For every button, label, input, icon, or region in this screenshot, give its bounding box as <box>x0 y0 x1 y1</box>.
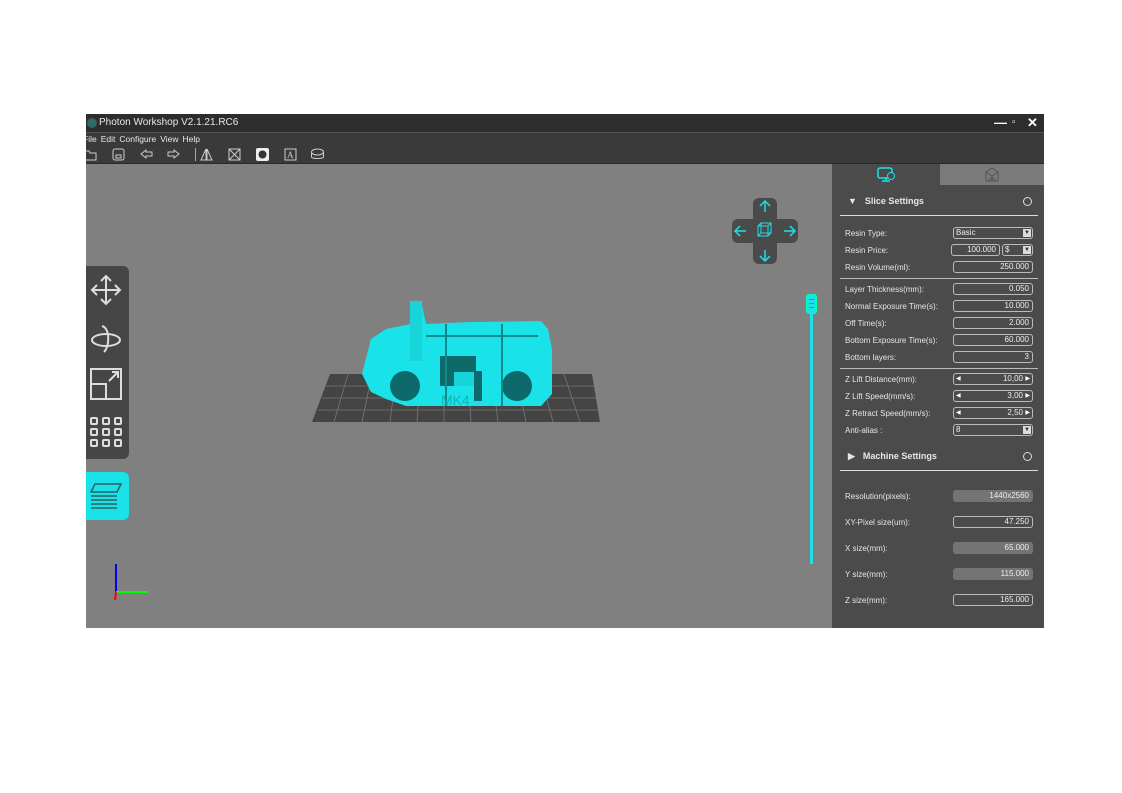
menu-help[interactable]: Help <box>183 134 200 144</box>
currency-select[interactable]: $ ▼ <box>1002 244 1033 256</box>
restore-button[interactable]: ▫ <box>1012 114 1016 132</box>
toolbar-divider <box>195 148 196 161</box>
layer-thickness-label: Layer Thickness(mm): <box>845 285 924 294</box>
svg-text:A: A <box>287 150 294 160</box>
increment-icon: ▶ <box>1025 393 1030 399</box>
decrement-icon: ◀ <box>956 376 961 382</box>
chevron-down-icon: ▼ <box>1023 426 1031 434</box>
resin-volume-input[interactable]: 250.000 <box>953 261 1033 273</box>
expand-triangle-icon: ▶ <box>848 451 855 461</box>
slice-settings-reset-icon[interactable] <box>1023 197 1032 206</box>
increment-icon: ▶ <box>1025 410 1030 416</box>
y-size-field: 115.000 <box>953 568 1033 580</box>
machine-icon <box>985 167 999 182</box>
save-icon[interactable] <box>111 147 126 162</box>
app-window: Photon Workshop V2.1.21.RC6 — ▫ ✕ File Ed… <box>86 114 1044 628</box>
3d-viewport[interactable]: MK4 <box>86 164 832 628</box>
arrange-grid-icon[interactable] <box>88 414 124 450</box>
rotate-icon[interactable] <box>88 320 124 356</box>
model-label: MK4 <box>441 392 470 408</box>
resin-price-input[interactable]: 100.000 <box>951 244 1000 256</box>
z-lift-distance-spinbox[interactable]: ◀ 10,00 ▶ <box>953 373 1033 385</box>
z-lift-speed-label: Z Lift Speed(mm/s): <box>845 392 916 401</box>
bottom-layers-input[interactable]: 3 <box>953 351 1033 363</box>
layer-slider-handle[interactable] <box>806 294 817 314</box>
mirror-icon[interactable] <box>199 147 214 162</box>
bottom-layers-label: Bottom layers: <box>845 353 897 362</box>
anti-alias-select[interactable]: 8 ▼ <box>953 424 1033 436</box>
menu-view[interactable]: View <box>160 134 178 144</box>
z-retract-speed-spinbox[interactable]: ◀ 2,50 ▶ <box>953 407 1033 419</box>
layer-slider-track[interactable] <box>810 296 813 564</box>
z-lift-speed-spinbox[interactable]: ◀ 3,00 ▶ <box>953 390 1033 402</box>
axis-indicator <box>114 564 148 601</box>
chevron-down-icon: ▼ <box>1023 229 1031 237</box>
minimize-button[interactable]: — <box>994 114 1007 132</box>
layers-button[interactable] <box>86 472 129 520</box>
menu-bar: File EditConfigure View Help <box>86 132 1044 145</box>
normal-exposure-label: Normal Exposure Time(s): <box>845 302 938 311</box>
resin-volume-label: Resin Volume(ml): <box>845 263 911 272</box>
x-size-label: X size(mm): <box>845 544 888 553</box>
decrement-icon: ◀ <box>956 393 961 399</box>
undo-icon[interactable] <box>139 147 154 162</box>
resin-price-label: Resin Price: <box>845 246 889 255</box>
divider <box>840 278 1038 279</box>
printer-settings-icon <box>877 167 895 182</box>
z-size-input[interactable]: 165.000 <box>953 594 1033 606</box>
tab-machine-view[interactable] <box>940 164 1044 185</box>
3d-model: MK4 <box>362 301 552 408</box>
hollow-icon[interactable] <box>255 147 270 162</box>
resin-type-select[interactable]: Basic ▼ <box>953 227 1033 239</box>
bottom-exposure-label: Bottom Exposure Time(s): <box>845 336 938 345</box>
xy-pixel-input[interactable]: 47.250 <box>953 516 1033 528</box>
divider <box>840 215 1038 216</box>
xy-pixel-label: XY-Pixel size(um): <box>845 518 911 527</box>
base-icon[interactable] <box>310 147 325 162</box>
model-scene: MK4 <box>312 301 600 423</box>
text-icon[interactable]: A <box>283 147 298 162</box>
bottom-exposure-input[interactable]: 60.000 <box>953 334 1033 346</box>
divider <box>840 470 1038 471</box>
z-lift-distance-label: Z Lift Distance(mm): <box>845 375 918 384</box>
x-size-field: 65.000 <box>953 542 1033 554</box>
view-navigation-pad[interactable] <box>732 198 798 264</box>
z-retract-speed-label: Z Retract Speed(mm/s): <box>845 409 931 418</box>
layer-thickness-input[interactable]: 0.050 <box>953 283 1033 295</box>
increment-icon: ▶ <box>1025 376 1030 382</box>
resolution-field: 1440x2560 <box>953 490 1033 502</box>
redo-icon[interactable] <box>166 147 181 162</box>
off-time-input[interactable]: 2.000 <box>953 317 1033 329</box>
layers-icon <box>89 483 123 509</box>
toolbar: A <box>86 145 1044 164</box>
y-size-label: Y size(mm): <box>845 570 888 579</box>
menu-configure[interactable]: Configure <box>119 134 156 144</box>
resin-type-label: Resin Type: <box>845 229 888 238</box>
close-button[interactable]: ✕ <box>1027 114 1038 132</box>
collapse-triangle-icon: ▼ <box>848 196 857 206</box>
transform-toolbar <box>86 266 129 459</box>
resolution-label: Resolution(pixels): <box>845 492 911 501</box>
title-bar: Photon Workshop V2.1.21.RC6 — ▫ ✕ <box>86 114 1044 132</box>
open-icon[interactable] <box>86 147 98 162</box>
slice-settings-header[interactable]: ▼ Slice Settings <box>848 196 924 206</box>
machine-settings-header[interactable]: ▶ Machine Settings <box>848 451 937 462</box>
tab-slice-settings[interactable] <box>832 164 940 185</box>
normal-exposure-input[interactable]: 10.000 <box>953 300 1033 312</box>
chevron-down-icon: ▼ <box>1023 246 1031 254</box>
anti-alias-label: Anti-alias : <box>845 426 883 435</box>
menu-edit[interactable]: Edit <box>101 134 116 144</box>
settings-panel: ▼ Slice Settings Resin Type: Basic ▼ Resin… <box>832 164 1044 628</box>
divider <box>840 368 1038 369</box>
off-time-label: Off Time(s): <box>845 319 887 328</box>
machine-settings-reset-icon[interactable] <box>1023 452 1032 461</box>
z-size-label: Z size(mm): <box>845 596 888 605</box>
decrement-icon: ◀ <box>956 410 961 416</box>
window-title: Photon Workshop V2.1.21.RC6 <box>99 117 239 128</box>
move-icon[interactable] <box>88 272 124 308</box>
scale-icon[interactable] <box>88 366 124 402</box>
app-logo-icon <box>87 118 97 128</box>
support-icon[interactable] <box>227 147 242 162</box>
menu-file[interactable]: File <box>86 134 97 144</box>
